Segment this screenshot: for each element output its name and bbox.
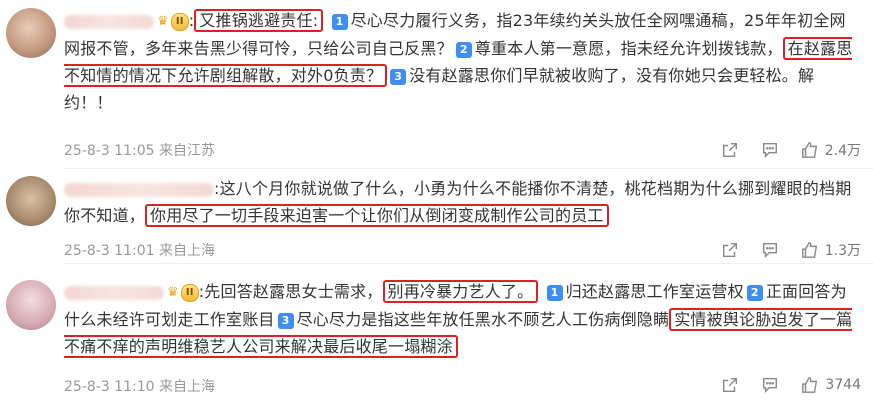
like-count: 2.4万 (824, 143, 861, 159)
number-badge-3: 3 (277, 313, 294, 329)
number-badge-2: 2 (455, 42, 472, 58)
comment-text-segment (538, 282, 543, 301)
crown-icon: ♛ (157, 14, 169, 29)
divider (64, 168, 873, 169)
share-icon[interactable] (721, 141, 739, 159)
number-badge-1: 1 (331, 14, 348, 30)
comment-text-segment: 尊重本人第一意愿，指未经允许划拨钱款， (474, 39, 783, 58)
comment-text: :这八个月你就说做了什么，小勇为什么不能播你不清楚，桃花档期为什么挪到耀眼的档期… (64, 175, 861, 229)
like-button[interactable]: 3744 (801, 376, 861, 394)
highlighted-text: 你用尽了一切手段来迫害一个让你们从倒闭变成制作公司的员工 (145, 204, 609, 227)
username-blurred[interactable] (64, 14, 154, 29)
comment-meta: 25-8-3 11:05 来自江苏 (64, 143, 215, 159)
thumbs-up-icon (801, 142, 817, 158)
comment-actions: 1.3万 (721, 240, 861, 260)
comment-meta: 25-8-3 11:10 来自上海 (64, 379, 215, 395)
username-blurred[interactable] (64, 182, 214, 197)
fan-badge: II (170, 12, 189, 31)
highlighted-text: 又推锅逃避责任: (194, 9, 324, 32)
fan-badge: II (180, 283, 199, 302)
avatar[interactable] (6, 280, 56, 330)
comment-icon[interactable] (761, 376, 779, 394)
share-icon[interactable] (721, 241, 739, 259)
comment-text: ♛ II:先回答赵露思女士需求， 别再冷暴力艺人了。 1 归还赵露思工作室运营权 2 正面… (64, 278, 861, 360)
comment-item: ♛ II:先回答赵露思女士需求， 别再冷暴力艺人了。 1 归还赵露思工作室运营权 2 正面… (0, 270, 873, 405)
like-count: 3744 (825, 377, 861, 393)
thumbs-up-icon (801, 242, 817, 258)
comment-text-segment: 归还赵露思工作室运营权 (565, 282, 744, 301)
comment-text-segment: 尽心尽力是指这些年放任黑水不顾艺人工伤病倒隐瞒 (296, 310, 670, 329)
comment-icon[interactable] (761, 241, 779, 259)
like-button[interactable]: 2.4万 (801, 140, 861, 160)
crown-icon: ♛ (167, 285, 179, 300)
comment-text: ♛ II: 又推锅逃避责任: 1 尽心尽力履行义务，指23年续约关头放任全网嘿通稿，2… (64, 7, 861, 116)
avatar[interactable] (6, 176, 56, 226)
comment-actions: 2.4万 (721, 140, 861, 160)
avatar[interactable] (6, 8, 56, 58)
comment-actions: 3744 (721, 376, 861, 394)
comment-meta: 25-8-3 11:01 来自上海 (64, 243, 215, 259)
number-badge-3: 3 (390, 69, 407, 85)
share-icon[interactable] (721, 376, 739, 394)
comment-item: ♛ II: 又推锅逃避责任: 1 尽心尽力履行义务，指23年续约关头放任全网嘿通稿，2… (0, 0, 873, 170)
like-count: 1.3万 (824, 243, 861, 259)
comment-text-segment (323, 11, 328, 30)
number-badge-2: 2 (746, 285, 763, 301)
username-blurred[interactable] (64, 285, 164, 300)
comment-text-segment: :先回答赵露思女士需求， (198, 282, 383, 301)
like-button[interactable]: 1.3万 (801, 240, 861, 260)
highlighted-text: 别再冷暴力艺人了。 (382, 280, 539, 303)
number-badge-1: 1 (546, 285, 563, 301)
comment-item: :这八个月你就说做了什么，小勇为什么不能播你不清楚，桃花档期为什么挪到耀眼的档期… (0, 170, 873, 265)
divider (64, 263, 873, 264)
comment-icon[interactable] (761, 141, 779, 159)
thumbs-up-icon (802, 377, 818, 393)
